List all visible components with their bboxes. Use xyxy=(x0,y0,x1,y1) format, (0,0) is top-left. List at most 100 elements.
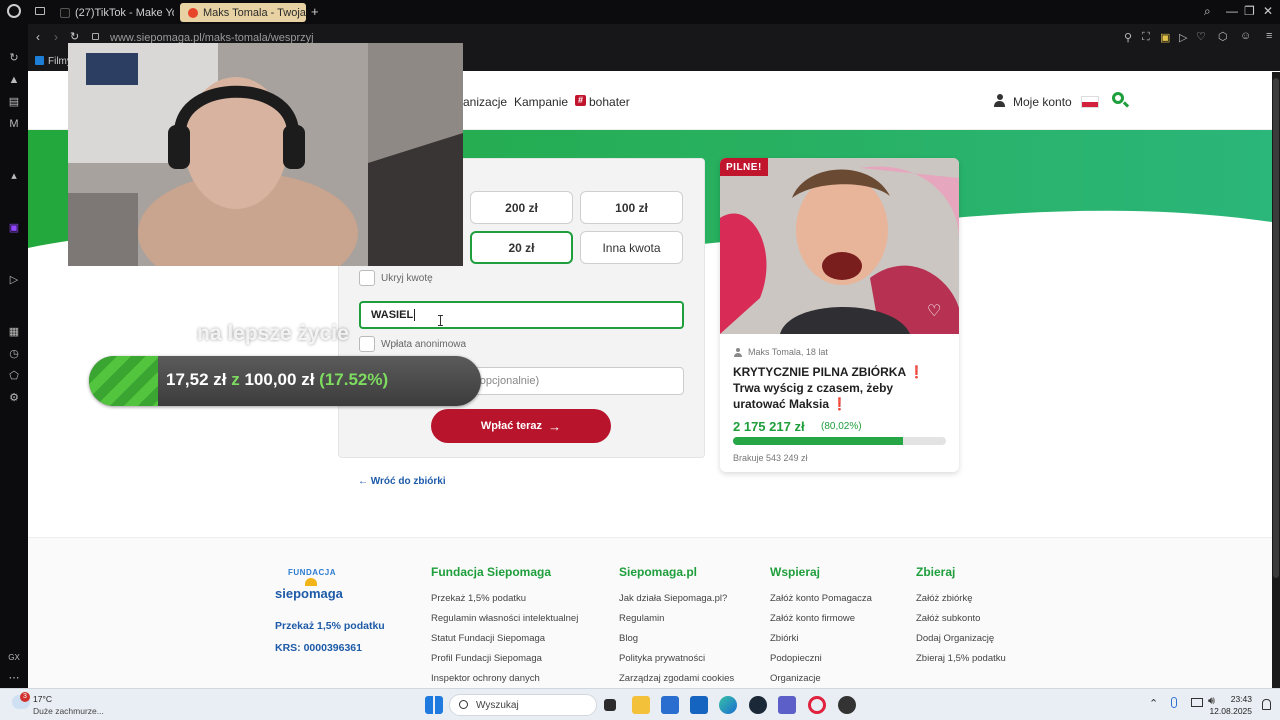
amount-option-100[interactable]: 100 zł xyxy=(580,191,683,224)
campaign-title[interactable]: KRYTYCZNIE PILNA ZBIÓRKA ❗ Trwa wyścig z… xyxy=(733,364,948,412)
forward-icon[interactable]: › xyxy=(54,30,58,44)
arrow-left-icon: ← xyxy=(358,476,371,487)
back-icon[interactable]: ‹ xyxy=(36,30,40,44)
footer-link[interactable]: Statut Fundacji Siepomaga xyxy=(431,633,545,644)
siepomaga-logo[interactable]: FUNDACJA siepomaga xyxy=(275,566,351,606)
outlook-icon[interactable] xyxy=(690,696,708,714)
heart-icon[interactable]: ♡ xyxy=(1196,30,1206,43)
store-icon[interactable] xyxy=(661,696,679,714)
maximize-icon[interactable]: ❐ xyxy=(1244,4,1255,18)
settings-icon[interactable]: ⚙ xyxy=(8,392,20,404)
account-icon[interactable]: ☺ xyxy=(1240,30,1251,42)
weather-temp[interactable]: 17°C xyxy=(33,694,52,704)
donation-goal-bar: 17,52 zł z 100,00 zł (17.52%) xyxy=(89,356,481,406)
opera-gx-icon[interactable] xyxy=(808,696,826,714)
footer-link[interactable]: Regulamin własności intelektualnej xyxy=(431,613,578,624)
microphone-icon[interactable] xyxy=(1171,697,1177,708)
nav-bohater[interactable]: bohater xyxy=(589,95,630,109)
footer-link[interactable]: Podopieczni xyxy=(770,653,822,664)
pay-now-button[interactable]: Wpłać teraz → xyxy=(431,409,611,443)
campaign-raised-amount: 2 175 217 zł xyxy=(733,419,805,434)
tab-overview-icon[interactable] xyxy=(35,7,45,15)
steam-icon[interactable] xyxy=(749,696,767,714)
search-icon[interactable] xyxy=(1112,92,1130,108)
stream-caption: na lepsze życie xyxy=(197,322,349,345)
windows-start-icon[interactable] xyxy=(425,696,443,714)
minimize-icon[interactable]: — xyxy=(1226,4,1238,18)
footer-link[interactable]: Załóż zbiórkę xyxy=(916,593,973,604)
donor-name-input[interactable]: WASIEL xyxy=(359,301,684,329)
tab-tiktok[interactable]: (27)TikTok - Make Your D xyxy=(52,3,174,22)
taskbar-search[interactable]: Wyszukaj xyxy=(449,694,597,716)
aria-icon[interactable]: ▴ xyxy=(8,170,20,182)
nav-my-account[interactable]: Moje konto xyxy=(1013,95,1072,109)
teams-icon[interactable] xyxy=(778,696,796,714)
footer-link[interactable]: Inspektor ochrony danych xyxy=(431,673,540,684)
history-icon[interactable]: ↻ xyxy=(8,52,20,64)
apps-icon[interactable]: ▲ xyxy=(8,74,20,86)
network-icon[interactable] xyxy=(1191,698,1203,707)
footer-link[interactable]: Regulamin xyxy=(619,613,664,624)
snapshot-icon[interactable]: ⛶ xyxy=(1142,31,1150,44)
nav-kampanie[interactable]: Kampanie xyxy=(514,95,568,109)
twitch-icon[interactable]: ▣ xyxy=(8,222,20,234)
weather-desc[interactable]: Duże zachmurze... xyxy=(33,706,104,716)
close-icon[interactable]: ✕ xyxy=(1263,4,1273,18)
clock-icon[interactable]: ◷ xyxy=(8,348,20,360)
task-view-icon[interactable] xyxy=(604,699,616,711)
heart-outline-icon[interactable]: ♡ xyxy=(927,301,941,321)
tab-siepomaga[interactable]: Maks Tomala - Twoja dar xyxy=(180,3,306,22)
notifications-icon[interactable] xyxy=(1262,699,1271,710)
footer-link[interactable]: Blog xyxy=(619,633,638,644)
footer-link[interactable]: Zbieraj 1,5% podatku xyxy=(916,653,1006,664)
taskbar-clock[interactable]: 23:43 12.08.2025 xyxy=(1209,693,1252,717)
edge-icon[interactable] xyxy=(719,696,737,714)
workspaces-icon[interactable]: ▦ xyxy=(8,326,20,338)
amount-option-other[interactable]: Inna kwota xyxy=(580,231,683,264)
siepomaga-favicon-icon xyxy=(188,7,198,18)
footer-link[interactable]: Zarządzaj zgodami cookies xyxy=(619,673,734,684)
extensions-toolbar-icon[interactable]: ⬡ xyxy=(1218,30,1228,43)
opera-logo-icon[interactable] xyxy=(7,4,21,18)
new-tab-icon[interactable]: + xyxy=(311,4,319,19)
pin-icon[interactable]: ⚲ xyxy=(1124,31,1132,44)
footer-link[interactable]: Przekaż 1,5% podatku xyxy=(431,593,526,604)
shield-icon[interactable]: ▣ xyxy=(1160,31,1170,44)
scrollbar-thumb[interactable] xyxy=(1273,78,1279,578)
footer-link[interactable]: Polityka prywatności xyxy=(619,653,705,664)
menu-icon[interactable]: ≡ xyxy=(1266,30,1272,42)
mail-icon[interactable]: M xyxy=(8,118,20,130)
app-tray-icon[interactable] xyxy=(838,696,856,714)
footer-link[interactable]: Załóż konto firmowe xyxy=(770,613,855,624)
gx-icon[interactable]: GX xyxy=(8,652,20,664)
notes-icon[interactable]: ▤ xyxy=(8,96,20,108)
amount-option-200[interactable]: 200 zł xyxy=(470,191,573,224)
more-icon[interactable]: ⋯ xyxy=(8,672,20,684)
scrollbar[interactable] xyxy=(1272,72,1280,688)
polish-flag-icon[interactable] xyxy=(1081,96,1099,108)
player-toolbar-icon[interactable]: ▷ xyxy=(1179,31,1187,44)
footer-link[interactable]: Jak działa Siepomaga.pl? xyxy=(619,593,727,604)
search-tabs-icon[interactable]: ⌕ xyxy=(1204,4,1211,19)
extensions-icon[interactable]: ⬠ xyxy=(8,370,20,382)
footer-link[interactable]: Zbiórki xyxy=(770,633,799,644)
anonymous-checkbox[interactable] xyxy=(359,336,375,352)
player-icon[interactable]: ▷ xyxy=(8,274,20,286)
amount-option-20[interactable]: 20 zł xyxy=(470,231,573,264)
hide-amount-checkbox[interactable] xyxy=(359,270,375,286)
footer-tax-label[interactable]: Przekaż 1,5% podatku xyxy=(275,620,385,632)
campaign-card[interactable]: PILNE! ♡ Maks Tomala, 18 lat KRYTYCZNIE … xyxy=(720,158,959,472)
footer-link[interactable]: Załóż subkonto xyxy=(916,613,980,624)
tiktok-icon xyxy=(60,7,70,18)
footer-link[interactable]: Organizacje xyxy=(770,673,821,684)
reload-icon[interactable]: ↻ xyxy=(70,30,79,43)
footer-link[interactable]: Profil Fundacji Siepomaga xyxy=(431,653,542,664)
file-explorer-icon[interactable] xyxy=(632,696,650,714)
back-to-campaign-link[interactable]: ← Wróć do zbiórki xyxy=(358,476,446,487)
campaign-author: Maks Tomala, 18 lat xyxy=(748,347,828,357)
nav-organizacje[interactable]: anizacje xyxy=(463,95,507,109)
footer-col-title-wspieraj: Wspieraj xyxy=(770,565,821,579)
footer-link[interactable]: Załóż konto Pomagacza xyxy=(770,593,872,604)
footer-link[interactable]: Dodaj Organizację xyxy=(916,633,994,644)
tray-chevron-icon[interactable]: ⌃ xyxy=(1149,697,1158,710)
